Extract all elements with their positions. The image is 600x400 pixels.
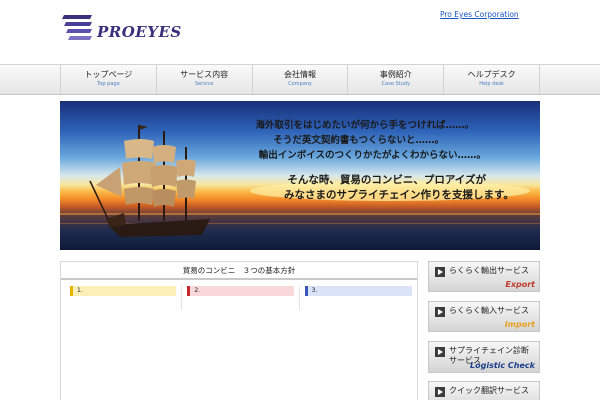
arrow-right-icon xyxy=(435,387,445,397)
side-button-label: らくらく輸入サービス xyxy=(449,306,529,315)
nav-item-help-desk[interactable]: ヘルプデスク Help desk xyxy=(443,65,540,95)
section-title: 貿易のコンビニ ３つの基本方針 xyxy=(61,262,417,280)
logistic-check-button[interactable]: サプライチェイン診断サービス Logistic Check xyxy=(428,341,540,373)
corporation-link[interactable]: Pro Eyes Corporation xyxy=(440,10,519,19)
policy-heading: 2. xyxy=(187,286,294,296)
nav-label: トップページ xyxy=(84,70,133,79)
policy-column: 1. xyxy=(65,286,183,309)
logo-emblem-icon xyxy=(62,15,92,40)
nav-sublabel: Help desk xyxy=(479,81,504,87)
policy-heading: 1. xyxy=(70,286,177,296)
side-button-label: クイック翻訳サービス xyxy=(449,386,529,395)
hero-copy-line: 海外取引をはじめたいが何から手をつければ……。 xyxy=(255,120,474,131)
nav-item-service[interactable]: サービス内容 Service xyxy=(155,65,252,95)
side-button-sublabel: Import xyxy=(504,320,535,329)
nav-item-case-study[interactable]: 事例紹介 Case Study xyxy=(347,65,443,95)
arrow-right-icon xyxy=(435,267,445,277)
hero-banner: 海外取引をはじめたいが何から手をつければ……。 そうだ英文契約書もつくらないと…… xyxy=(60,101,540,250)
hero-copy-line: 輸出インボイスのつくりかたがよくわからない……。 xyxy=(258,150,486,161)
logo-text: PROEYES xyxy=(97,23,182,41)
policy-heading: 3. xyxy=(304,286,412,296)
export-service-button[interactable]: らくらく輸出サービス Export xyxy=(428,261,540,292)
hero-copy-line: みなさまのサプライチェイン作りを支援します。 xyxy=(284,189,514,201)
global-nav: トップページ Top page サービス内容 Service 会社情報 Company… xyxy=(0,64,600,95)
quick-translation-button[interactable]: クイック翻訳サービス xyxy=(428,381,540,400)
side-button-label: らくらく輸出サービス xyxy=(449,266,529,275)
nav-sublabel: Company xyxy=(288,81,312,87)
nav-item-top[interactable]: トップページ Top page xyxy=(60,65,156,95)
nav-label: 会社情報 xyxy=(283,70,316,79)
arrow-right-icon xyxy=(435,307,445,317)
policy-column: 3. xyxy=(300,286,417,309)
nav-label: サービス内容 xyxy=(180,70,229,79)
policy-column: 2. xyxy=(182,286,300,309)
side-button-sublabel: Logistic Check xyxy=(470,361,535,370)
basic-policy-section: 貿易のコンビニ ３つの基本方針 1. 2. 3. xyxy=(60,261,418,400)
import-service-button[interactable]: らくらく輸入サービス Import xyxy=(428,301,540,332)
arrow-right-icon xyxy=(435,347,445,357)
nav-sublabel: Service xyxy=(194,81,214,87)
nav-sublabel: Case Study xyxy=(381,81,410,87)
logo[interactable]: PROEYES xyxy=(62,11,181,55)
hero-copy-line: そうだ英文契約書もつくらないと……。 xyxy=(273,135,444,146)
nav-item-company[interactable]: 会社情報 Company xyxy=(251,65,348,95)
nav-label: 事例紹介 xyxy=(379,70,412,79)
nav-label: ヘルプデスク xyxy=(467,70,516,79)
side-button-sublabel: Export xyxy=(505,280,535,289)
nav-sublabel: Top page xyxy=(97,81,120,87)
hero-copy-line: そんな時、貿易のコンビニ、プロアイズが xyxy=(287,174,486,186)
